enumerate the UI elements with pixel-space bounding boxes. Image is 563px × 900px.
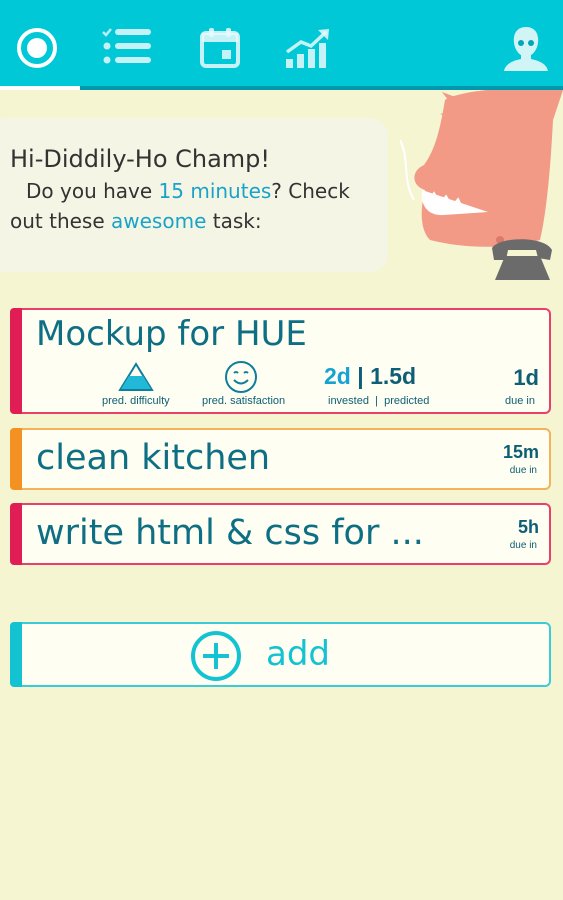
due-label: due in	[505, 395, 535, 407]
task-priority-stripe	[10, 428, 22, 490]
greeting-line1-post: ? Check	[271, 179, 350, 203]
invested-value: 2d	[324, 363, 351, 389]
due-value: 1d	[513, 365, 539, 390]
top-navigation-bar	[0, 0, 563, 90]
time-estimate-labels: invested | predicted	[328, 395, 429, 407]
due-value: 5h	[517, 517, 539, 537]
mascot-illustration	[400, 90, 563, 280]
add-task-button[interactable]: add	[10, 622, 551, 687]
stats-chart-icon	[285, 29, 329, 68]
greeting-line2-pre: out these	[10, 209, 112, 233]
add-button-stripe	[10, 622, 22, 687]
task-priority-stripe	[10, 503, 22, 565]
difficulty-mountain-icon	[118, 362, 154, 391]
time-estimate: 2d | 1.5d	[324, 363, 416, 390]
predicted-value: 1.5d	[370, 363, 417, 389]
greeting-line1-pre: Do you have	[26, 179, 159, 203]
greeting-time-highlight: 15 minutes	[158, 179, 272, 203]
task-priority-stripe	[10, 308, 22, 414]
calendar-icon	[200, 28, 240, 68]
task-list-icon	[102, 28, 151, 64]
profile-icon	[504, 27, 548, 71]
tab-calendar[interactable]	[194, 22, 246, 74]
task-title: Mockup for HUE	[36, 314, 307, 354]
profile-button[interactable]	[500, 22, 552, 74]
due-label: due in	[509, 465, 537, 476]
predicted-label: predicted	[384, 395, 430, 407]
invested-label: invested	[328, 395, 369, 407]
tab-tasks[interactable]	[100, 22, 152, 74]
task-title: write html & css for ...	[36, 513, 424, 553]
task-card-clean-kitchen[interactable]: clean kitchen 15m due in	[10, 428, 551, 490]
tab-statistics[interactable]	[282, 22, 334, 74]
greeting-line-1: Do you have 15 minutes? Check	[10, 176, 390, 206]
home-circle-icon	[17, 28, 57, 68]
greeting-awesome-highlight: awesome	[111, 209, 207, 233]
greeting-line-2: out these awesome task:	[10, 206, 390, 236]
label-separator: |	[375, 395, 378, 407]
satisfaction-label: pred. satisfaction	[202, 395, 286, 407]
plus-circle-icon	[191, 631, 241, 681]
task-card-write-html-css[interactable]: write html & css for ... 5h due in	[10, 503, 551, 565]
time-separator: |	[357, 363, 364, 389]
greeting-line2-post: task:	[206, 209, 262, 233]
task-title: clean kitchen	[36, 438, 271, 478]
task-card-mockup-for-hue[interactable]: Mockup for HUE pred. difficulty pred. sa…	[10, 308, 551, 414]
tab-home[interactable]	[11, 22, 63, 74]
greeting-message: Hi-Diddily-Ho Champ! Do you have 15 minu…	[10, 142, 390, 236]
add-label: add	[266, 634, 330, 674]
satisfaction-smiley-icon	[225, 361, 257, 393]
difficulty-label: pred. difficulty	[102, 395, 170, 407]
due-value: 15m	[502, 442, 539, 462]
active-tab-indicator	[0, 86, 80, 90]
due-label: due in	[509, 540, 537, 551]
greeting-title: Hi-Diddily-Ho Champ!	[10, 145, 271, 173]
